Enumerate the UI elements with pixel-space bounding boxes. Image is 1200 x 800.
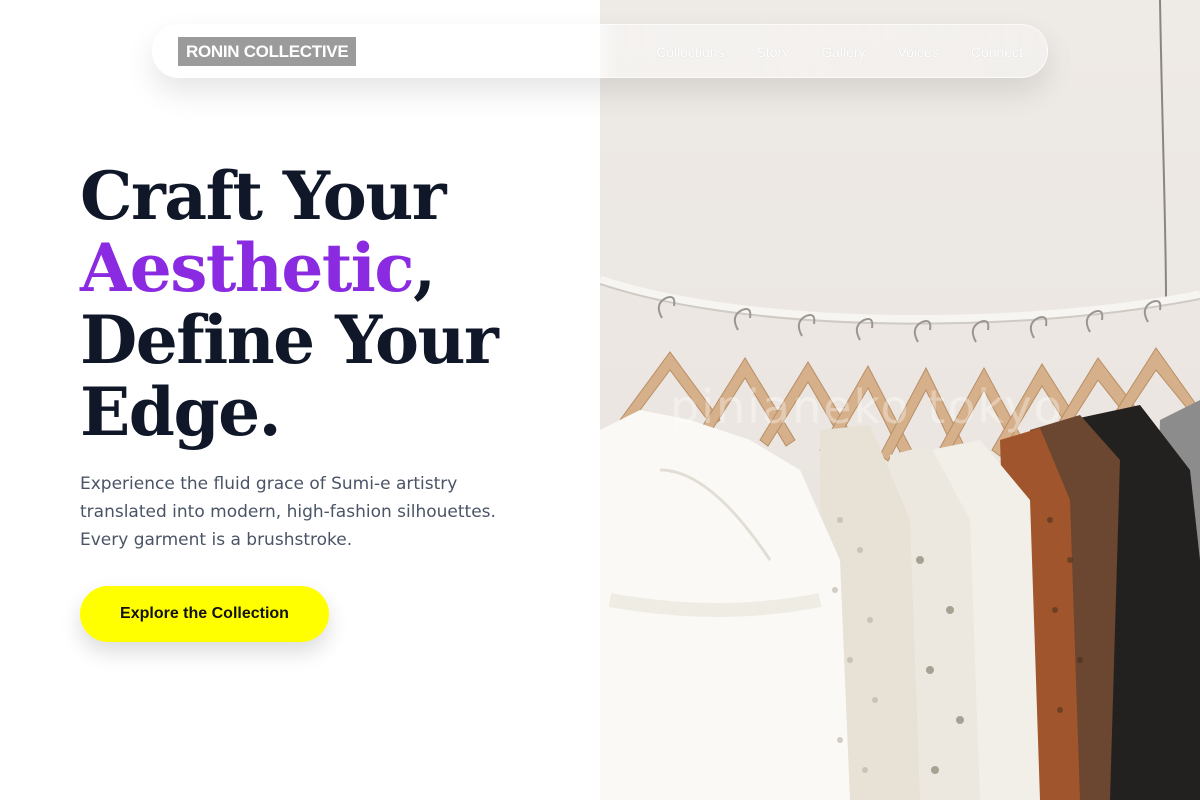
hero-title-comma: , <box>413 229 436 307</box>
hero-title: Craft Your Aesthetic, Define Your Edge. <box>80 157 499 451</box>
nav-link-story[interactable]: Story <box>757 44 790 60</box>
hero-description: Experience the fluid grace of Sumi-e art… <box>80 474 496 550</box>
explore-collection-button[interactable]: Explore the Collection <box>80 586 329 642</box>
hero-title-line-3: Define Your <box>80 301 499 379</box>
nav-link-collections[interactable]: Collections <box>656 44 724 60</box>
top-navbar: RONIN COLLECTIVE Collections Story Galle… <box>152 24 1048 78</box>
nav-link-voices[interactable]: Voices <box>898 44 939 60</box>
hero-title-line-4: Edge. <box>80 373 282 451</box>
nav-link-connect[interactable]: Connect <box>971 44 1023 60</box>
image-watermark: pinianeko tokyo <box>670 380 1064 434</box>
brand-logo[interactable]: RONIN COLLECTIVE <box>178 37 357 66</box>
hero-image-clothing-rack: pinianeko tokyo <box>600 0 1200 800</box>
nav-links: Collections Story Gallery Voices Connect <box>656 25 1023 79</box>
hero-title-accent: Aesthetic <box>80 229 415 307</box>
hero-title-line-1: Craft Your <box>80 157 447 235</box>
nav-link-gallery[interactable]: Gallery <box>821 44 865 60</box>
